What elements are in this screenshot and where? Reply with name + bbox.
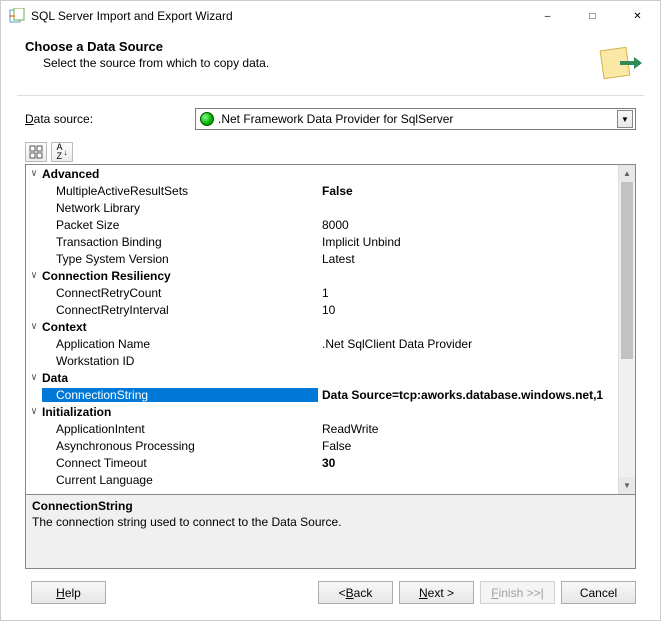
page-body: Data source: .Net Framework Data Provide… bbox=[1, 96, 660, 569]
titlebar: SQL Server Import and Export Wizard – □ … bbox=[1, 1, 660, 31]
maximize-button[interactable]: □ bbox=[570, 1, 615, 31]
property-grid: ∨AdvancedMultipleActiveResultSetsFalseNe… bbox=[25, 164, 636, 569]
chevron-down-icon[interactable]: ▼ bbox=[617, 110, 633, 128]
property-value[interactable]: 30 bbox=[318, 456, 635, 470]
collapse-icon[interactable]: ∨ bbox=[28, 168, 40, 179]
help-button[interactable]: Help bbox=[31, 581, 106, 604]
property-value[interactable]: False bbox=[318, 439, 635, 453]
property-name: Network Library bbox=[42, 201, 318, 215]
alphabetical-button[interactable]: AZ↓ bbox=[51, 142, 73, 162]
category-header[interactable]: ∨Data bbox=[26, 369, 635, 386]
category-label: Connection Resiliency bbox=[42, 269, 171, 283]
window-title: SQL Server Import and Export Wizard bbox=[31, 9, 525, 23]
page-subtitle: Select the source from which to copy dat… bbox=[43, 56, 596, 70]
property-name: Packet Size bbox=[42, 218, 318, 232]
banner-icon bbox=[596, 39, 644, 87]
category-header[interactable]: ∨Connection Resiliency bbox=[26, 267, 635, 284]
property-name: Transaction Binding bbox=[42, 235, 318, 249]
property-value[interactable]: Latest bbox=[318, 252, 635, 266]
collapse-icon[interactable]: ∨ bbox=[28, 270, 40, 281]
collapse-icon[interactable]: ∨ bbox=[28, 372, 40, 383]
property-name: Application Name bbox=[42, 337, 318, 351]
property-value[interactable]: Implicit Unbind bbox=[318, 235, 635, 249]
property-grid-body[interactable]: ∨AdvancedMultipleActiveResultSetsFalseNe… bbox=[26, 165, 635, 494]
cancel-button[interactable]: Cancel bbox=[561, 581, 636, 604]
property-row[interactable]: Current Language bbox=[26, 471, 635, 488]
wizard-window: SQL Server Import and Export Wizard – □ … bbox=[0, 0, 661, 621]
data-source-value: .Net Framework Data Provider for SqlServ… bbox=[218, 112, 617, 126]
window-controls: – □ ✕ bbox=[525, 1, 660, 31]
property-row[interactable]: Network Library bbox=[26, 199, 635, 216]
data-source-row: Data source: .Net Framework Data Provide… bbox=[25, 108, 636, 130]
collapse-icon[interactable]: ∨ bbox=[28, 321, 40, 332]
property-value[interactable]: ReadWrite bbox=[318, 422, 635, 436]
property-value[interactable]: 1 bbox=[318, 286, 635, 300]
property-name: ApplicationIntent bbox=[42, 422, 318, 436]
page-title: Choose a Data Source bbox=[25, 39, 596, 54]
close-button[interactable]: ✕ bbox=[615, 1, 660, 31]
data-source-label: Data source: bbox=[25, 112, 195, 126]
back-button[interactable]: < Back bbox=[318, 581, 393, 604]
property-row[interactable]: Type System VersionLatest bbox=[26, 250, 635, 267]
finish-button: Finish >>| bbox=[480, 581, 555, 604]
property-value[interactable]: 10 bbox=[318, 303, 635, 317]
property-name: ConnectRetryInterval bbox=[42, 303, 318, 317]
category-label: Context bbox=[42, 320, 87, 334]
scroll-down-button[interactable]: ▼ bbox=[619, 477, 635, 494]
property-row[interactable]: Application Name.Net SqlClient Data Prov… bbox=[26, 335, 635, 352]
property-row[interactable]: Packet Size8000 bbox=[26, 216, 635, 233]
property-name: Workstation ID bbox=[42, 354, 318, 368]
category-label: Initialization bbox=[42, 405, 111, 419]
property-name: Asynchronous Processing bbox=[42, 439, 318, 453]
propertygrid-toolbar: AZ↓ bbox=[25, 140, 636, 164]
property-value[interactable]: 8000 bbox=[318, 218, 635, 232]
property-name: ConnectionString bbox=[42, 388, 318, 402]
next-button[interactable]: Next > bbox=[399, 581, 474, 604]
property-row[interactable]: ConnectRetryCount1 bbox=[26, 284, 635, 301]
property-row[interactable]: ConnectRetryInterval10 bbox=[26, 301, 635, 318]
minimize-button[interactable]: – bbox=[525, 1, 570, 31]
scroll-track[interactable] bbox=[619, 182, 635, 477]
category-label: Data bbox=[42, 371, 68, 385]
property-row[interactable]: Asynchronous ProcessingFalse bbox=[26, 437, 635, 454]
property-row[interactable]: ApplicationIntentReadWrite bbox=[26, 420, 635, 437]
property-value[interactable]: .Net SqlClient Data Provider bbox=[318, 337, 635, 351]
scrollbar[interactable]: ▲ ▼ bbox=[618, 165, 635, 494]
category-label: Advanced bbox=[42, 167, 99, 181]
property-description: ConnectionString The connection string u… bbox=[26, 494, 635, 568]
property-row[interactable]: ConnectionStringData Source=tcp:aworks.d… bbox=[26, 386, 635, 403]
description-title: ConnectionString bbox=[32, 499, 629, 513]
property-row[interactable]: Transaction BindingImplicit Unbind bbox=[26, 233, 635, 250]
property-value[interactable]: Data Source=tcp:aworks.database.windows.… bbox=[318, 388, 635, 402]
collapse-icon[interactable]: ∨ bbox=[28, 406, 40, 417]
app-icon bbox=[9, 8, 25, 24]
footer: Help < Back Next > Finish >>| Cancel bbox=[1, 569, 660, 620]
categorized-button[interactable] bbox=[25, 142, 47, 162]
property-value[interactable]: False bbox=[318, 184, 635, 198]
description-text: The connection string used to connect to… bbox=[32, 515, 629, 529]
property-row[interactable]: Connect Timeout30 bbox=[26, 454, 635, 471]
scroll-thumb[interactable] bbox=[621, 182, 633, 359]
property-name: Type System Version bbox=[42, 252, 318, 266]
property-row[interactable]: MultipleActiveResultSetsFalse bbox=[26, 182, 635, 199]
property-name: ConnectRetryCount bbox=[42, 286, 318, 300]
property-name: Connect Timeout bbox=[42, 456, 318, 470]
property-row[interactable]: Workstation ID bbox=[26, 352, 635, 369]
provider-icon bbox=[200, 112, 214, 126]
category-header[interactable]: ∨Advanced bbox=[26, 165, 635, 182]
scroll-up-button[interactable]: ▲ bbox=[619, 165, 635, 182]
page-header: Choose a Data Source Select the source f… bbox=[1, 31, 660, 95]
data-source-combo[interactable]: .Net Framework Data Provider for SqlServ… bbox=[195, 108, 636, 130]
category-header[interactable]: ∨Context bbox=[26, 318, 635, 335]
category-header[interactable]: ∨Initialization bbox=[26, 403, 635, 420]
property-name: Current Language bbox=[42, 473, 318, 487]
property-name: MultipleActiveResultSets bbox=[42, 184, 318, 198]
